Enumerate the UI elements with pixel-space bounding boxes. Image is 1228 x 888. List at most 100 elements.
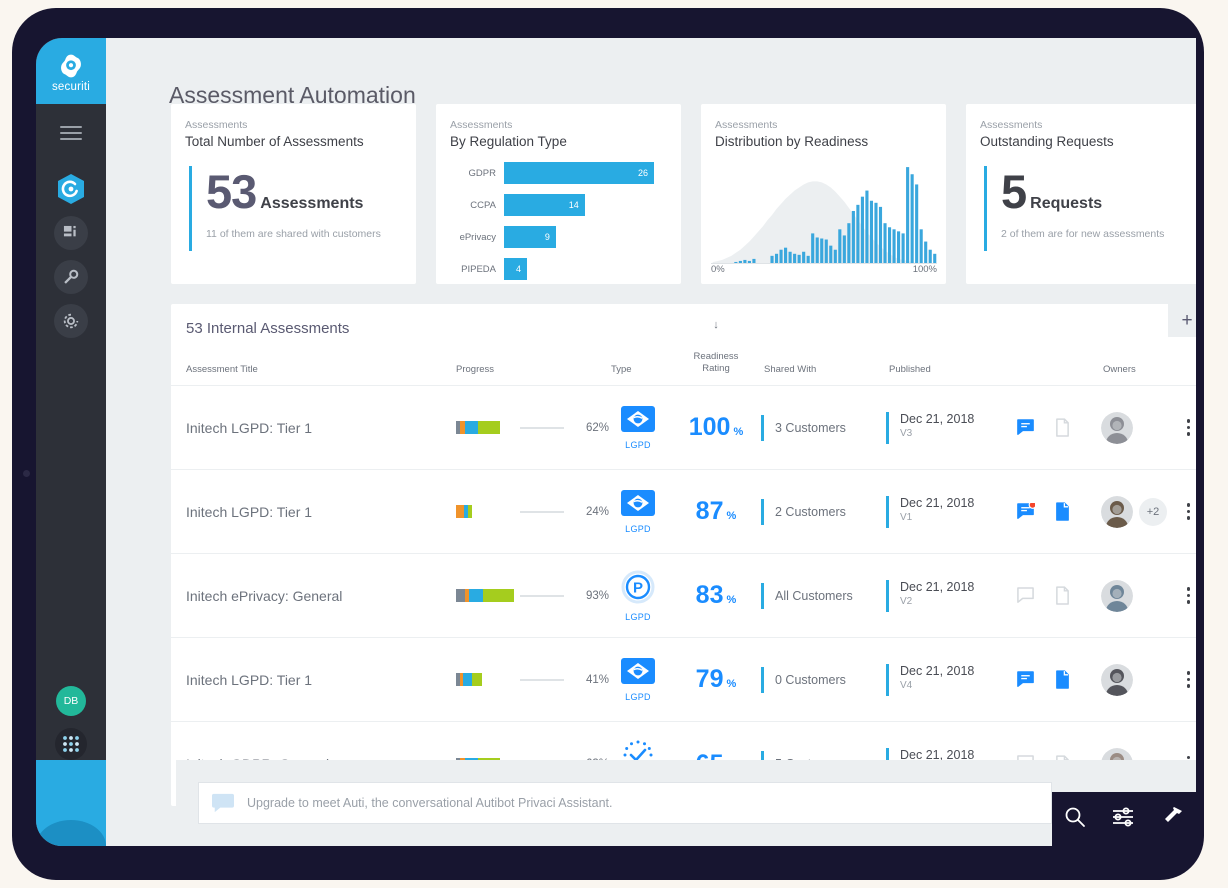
progress-cell: 62% <box>456 421 609 434</box>
shared-with-cell: All Customers <box>761 582 853 609</box>
comment-icon[interactable] <box>1016 418 1035 437</box>
assistant-placeholder: Upgrade to meet Auti, the conversational… <box>247 796 613 810</box>
readiness-unit: % <box>723 678 737 690</box>
regulation-bar-row: ePrivacy 9 <box>448 226 668 248</box>
dashboard-grid-icon <box>63 225 76 236</box>
hamburger-icon[interactable] <box>60 126 82 140</box>
owners-cell[interactable] <box>1101 663 1133 696</box>
published-version: V1 <box>900 511 913 523</box>
table-row[interactable]: Initech LGPD: Tier 1 24% LGPD 87 % 2 Custome… <box>171 470 1196 554</box>
shared-with-cell: 2 Customers <box>761 498 846 525</box>
regulation-label: CCPA <box>470 199 496 211</box>
brazil-flag-icon <box>621 405 655 432</box>
owners-cell[interactable] <box>1101 411 1133 444</box>
column-readiness-rating[interactable]: ↓ Readiness Rating <box>671 319 761 375</box>
row-menu-button[interactable] <box>1186 587 1190 604</box>
column-published[interactable]: Published <box>889 364 931 375</box>
row-menu-button[interactable] <box>1186 503 1190 520</box>
avatar[interactable] <box>1101 579 1133 612</box>
avatar[interactable] <box>1101 411 1133 444</box>
total-assessments-sub: 11 of them are shared with customers <box>206 228 381 240</box>
filter-sliders-icon[interactable] <box>1111 806 1135 833</box>
assessment-title[interactable]: Initech ePrivacy: General <box>186 588 342 604</box>
sidebar-item-settings[interactable] <box>54 304 88 338</box>
action-bar <box>1052 792 1196 846</box>
owners-cell[interactable] <box>1101 579 1133 612</box>
progress-cell: 24% <box>456 505 609 518</box>
table-row[interactable]: Initech ePrivacy: General 93% P LGPD 83 % All… <box>171 554 1196 638</box>
app-grid-icon[interactable] <box>55 728 87 760</box>
readiness-rating-cell: 79 % <box>671 665 761 694</box>
avatar[interactable] <box>1101 495 1133 528</box>
card-kicker: Assessments <box>715 119 778 131</box>
user-avatar[interactable]: DB <box>56 686 86 716</box>
column-progress[interactable]: Progress <box>456 364 494 375</box>
comment-icon[interactable] <box>1016 586 1035 605</box>
assistant-chat-input[interactable]: Upgrade to meet Auti, the conversational… <box>198 782 1052 824</box>
sidebar-item-tools[interactable] <box>54 260 88 294</box>
readiness-unit: % <box>730 426 744 438</box>
avatar[interactable] <box>1101 663 1133 696</box>
row-icons <box>1016 586 1070 605</box>
chat-bubble-icon <box>212 793 234 813</box>
comment-icon[interactable] <box>1016 502 1035 521</box>
type-label: LGPD <box>625 523 651 534</box>
search-icon[interactable] <box>1064 806 1086 833</box>
type-cell[interactable]: LGPD <box>608 489 668 534</box>
eprivacy-p-icon: P <box>621 570 655 603</box>
published-cell: Dec 21, 2018V3 <box>886 411 974 444</box>
owners-cell[interactable]: +2 <box>1101 495 1167 528</box>
progress-bar <box>456 505 518 518</box>
axis-max-label: 100% <box>912 264 937 275</box>
column-type[interactable]: Type <box>611 364 632 375</box>
hexagon-shield-icon <box>58 174 84 204</box>
published-date: Dec 21, 2018 <box>900 495 975 510</box>
document-icon[interactable] <box>1055 586 1070 605</box>
extra-owners-badge[interactable]: +2 <box>1139 497 1167 526</box>
owner-avatar-image <box>1101 495 1133 528</box>
sidebar: securiti DB <box>36 38 106 846</box>
document-icon[interactable] <box>1055 502 1070 521</box>
card-metric: 5 Requests 2 of them are for new assessme… <box>984 166 1164 251</box>
progress-percent: 93% <box>586 589 610 602</box>
type-cell[interactable]: LGPD <box>608 657 668 702</box>
comment-icon[interactable] <box>1016 670 1035 689</box>
type-cell[interactable]: P LGPD <box>608 570 668 622</box>
progress-segment <box>483 589 514 602</box>
table-row[interactable]: Initech LGPD: Tier 1 62% LGPD 100 % 3 Custom… <box>171 386 1196 470</box>
regulation-label: GDPR <box>468 167 496 179</box>
row-menu-button[interactable] <box>1186 419 1190 436</box>
table-row[interactable]: Initech LGPD: Tier 1 41% LGPD 79 % 0 Custome… <box>171 638 1196 722</box>
progress-bar <box>456 589 518 602</box>
hammer-icon[interactable] <box>1160 805 1184 834</box>
assessment-title[interactable]: Initech LGPD: Tier 1 <box>186 672 312 688</box>
card-outstanding-requests: Assessments Outstanding Requests 5 Reques… <box>966 104 1196 284</box>
progress-segment <box>478 421 500 434</box>
progress-segment <box>469 589 483 602</box>
readiness-unit: % <box>723 594 737 606</box>
card-title: Total Number of Assessments <box>185 134 364 149</box>
assessment-title[interactable]: Initech LGPD: Tier 1 <box>186 504 312 520</box>
column-owners[interactable]: Owners <box>1103 364 1136 375</box>
type-label: LGPD <box>625 691 651 702</box>
column-shared-with[interactable]: Shared With <box>764 364 816 375</box>
brazil-flag-icon <box>621 489 655 516</box>
sidebar-item-assessments[interactable] <box>54 172 88 206</box>
assessment-title[interactable]: Initech LGPD: Tier 1 <box>186 420 312 436</box>
outstanding-requests-value: 5 <box>1001 165 1027 218</box>
brand-logo[interactable]: securiti <box>36 38 106 104</box>
type-cell[interactable]: LGPD <box>608 405 668 450</box>
add-assessment-button[interactable]: + <box>1168 304 1196 337</box>
published-cell: Dec 21, 2018 V1 <box>886 495 975 528</box>
readiness-value: 100 <box>688 413 731 441</box>
card-kicker: Assessments <box>185 119 248 131</box>
readiness-value: 79 <box>695 665 724 693</box>
row-menu-button[interactable] <box>1186 671 1190 688</box>
card-kicker: Assessments <box>980 119 1043 131</box>
document-icon[interactable] <box>1055 418 1070 437</box>
document-icon[interactable] <box>1055 670 1070 689</box>
axis-min-label: 0% <box>711 264 725 275</box>
row-icons <box>1016 670 1070 689</box>
sidebar-item-dashboard[interactable] <box>54 216 88 250</box>
outstanding-requests-unit: Requests <box>1030 195 1103 212</box>
